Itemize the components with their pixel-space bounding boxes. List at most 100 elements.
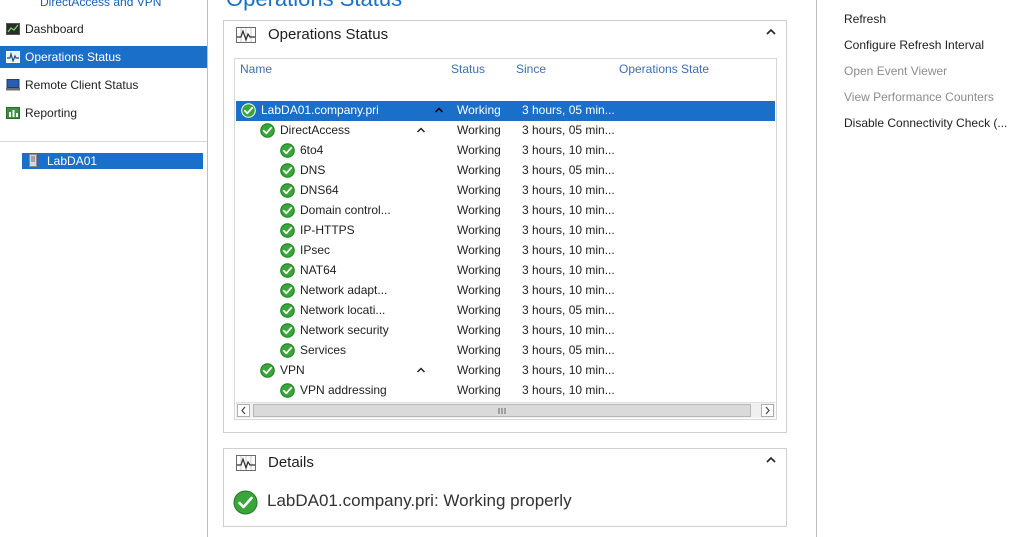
row-name: 6to4 [300,143,324,157]
row-status: Working [457,283,501,297]
table-row[interactable]: 6to4 Working 3 hours, 10 min... [236,141,775,161]
row-name: VPN [280,363,305,377]
page-title: Operations Status [226,0,402,12]
row-status: Working [457,303,501,317]
column-header-name[interactable]: Name [240,62,272,76]
row-since: 3 hours, 10 min... [522,183,615,197]
nav-divider [0,141,207,142]
left-navigation: DirectAccess and VPN Dashboard Operation… [0,0,208,537]
status-ok-icon [241,103,256,118]
status-ok-icon [260,363,275,378]
row-since: 3 hours, 10 min... [522,323,615,337]
row-since: 3 hours, 10 min... [522,243,615,257]
table-row[interactable]: DirectAccess Working 3 hours, 05 min... [236,121,775,141]
operations-status-panel-icon [236,27,256,43]
status-ok-icon [280,383,295,398]
row-since: 3 hours, 05 min... [522,343,615,357]
nav-label-dashboard: Dashboard [25,22,84,36]
nav-item-operations-status[interactable]: Operations Status [0,46,207,68]
table-row[interactable]: Network locati... Working 3 hours, 05 min.… [236,301,775,321]
status-ok-icon [280,203,295,218]
status-ok-icon [260,123,275,138]
scroll-right-button[interactable] [761,404,774,417]
row-since: 3 hours, 05 min... [522,303,615,317]
table-row[interactable]: Network security Working 3 hours, 10 min..… [236,321,775,341]
row-status: Working [457,163,501,177]
table-row[interactable]: Services Working 3 hours, 05 min... [236,341,775,361]
details-panel-icon [236,455,256,471]
action-disable-connectivity-check[interactable]: Disable Connectivity Check (... [844,116,1007,130]
server-label: LabDA01 [47,154,98,168]
chevron-up-icon[interactable] [416,126,426,134]
table-row[interactable]: LabDA01.company.pri Working 3 hours, 05 mi… [236,101,775,121]
row-name: LabDA01.company.pri [261,103,379,117]
action-open-event-viewer[interactable]: Open Event Viewer [844,64,947,78]
row-status: Working [457,103,501,117]
status-ok-icon [280,143,295,158]
table-row[interactable]: Domain control... Working 3 hours, 10 min.… [236,201,775,221]
collapse-operations-panel-button[interactable] [765,27,777,37]
chevron-right-icon [765,406,770,415]
nav-item-dashboard[interactable]: Dashboard [0,18,207,40]
nav-item-reporting[interactable]: Reporting [0,102,207,124]
row-name: DNS [300,163,326,177]
row-name: NAT64 [300,263,337,277]
nav-item-server-labda01[interactable]: LabDA01 [22,153,203,169]
status-ok-icon [280,223,295,238]
row-name: Domain control... [300,203,391,217]
row-status: Working [457,143,501,157]
row-name: IP-HTTPS [300,223,355,237]
table-row[interactable]: VPN Working 3 hours, 10 min... [236,361,775,381]
table-row[interactable]: DNS Working 3 hours, 05 min... [236,161,775,181]
column-header-status[interactable]: Status [451,62,485,76]
nav-label-operations-status: Operations Status [25,50,122,64]
row-name: Network adapt... [300,283,388,297]
remote-client-icon [6,79,20,91]
scroll-left-button[interactable] [237,404,250,417]
row-since: 3 hours, 10 min... [522,143,615,157]
row-since: 3 hours, 05 min... [522,123,615,137]
status-ok-icon [280,183,295,198]
status-ok-icon [280,323,295,338]
action-configure-refresh-interval[interactable]: Configure Refresh Interval [844,38,984,52]
collapse-details-panel-button[interactable] [765,455,777,465]
status-ok-icon [280,263,295,278]
operations-status-grid: Name Status Since Operations State LabDA… [234,58,777,420]
table-row[interactable]: IPsec Working 3 hours, 10 min... [236,241,775,261]
operations-status-panel: Operations Status Name Status Since Oper… [223,20,787,433]
horizontal-scrollbar[interactable] [236,402,775,418]
details-panel: Details LabDA01.company.pri: Working pro… [223,448,787,527]
table-row[interactable]: DNS64 Working 3 hours, 10 min... [236,181,775,201]
row-status: Working [457,223,501,237]
row-since: 3 hours, 10 min... [522,203,615,217]
chevron-up-icon[interactable] [434,106,444,114]
row-name: Network security [300,323,389,337]
row-since: 3 hours, 10 min... [522,223,615,237]
row-name: IPsec [300,243,331,257]
table-row[interactable]: IP-HTTPS Working 3 hours, 10 min... [236,221,775,241]
row-name: VPN addressing [300,383,387,397]
row-name: Services [300,343,347,357]
column-header-since[interactable]: Since [516,62,546,76]
row-name: DirectAccess [280,123,351,137]
chevron-up-icon[interactable] [416,366,426,374]
nav-item-remote-client-status[interactable]: Remote Client Status [0,74,207,96]
server-icon [29,154,37,167]
scrollbar-thumb[interactable] [253,404,751,417]
details-message: LabDA01.company.pri: Working properly [267,491,572,510]
actions-pane: Refresh Configure Refresh Interval Open … [816,0,1023,537]
row-status: Working [457,263,501,277]
row-status: Working [457,183,501,197]
table-row[interactable]: Network adapt... Working 3 hours, 10 min..… [236,281,775,301]
nav-item-directaccess-vpn[interactable]: DirectAccess and VPN [40,0,161,9]
operations-status-panel-title: Operations Status [268,26,389,43]
row-status: Working [457,343,501,357]
column-header-operations-state[interactable]: Operations State [619,62,709,76]
row-status: Working [457,323,501,337]
details-panel-title: Details [268,454,314,471]
row-status: Working [457,383,501,397]
action-view-performance-counters[interactable]: View Performance Counters [844,90,994,104]
action-refresh[interactable]: Refresh [844,12,886,26]
table-row[interactable]: NAT64 Working 3 hours, 10 min... [236,261,775,281]
table-row[interactable]: VPN addressing Working 3 hours, 10 min... [236,381,775,401]
